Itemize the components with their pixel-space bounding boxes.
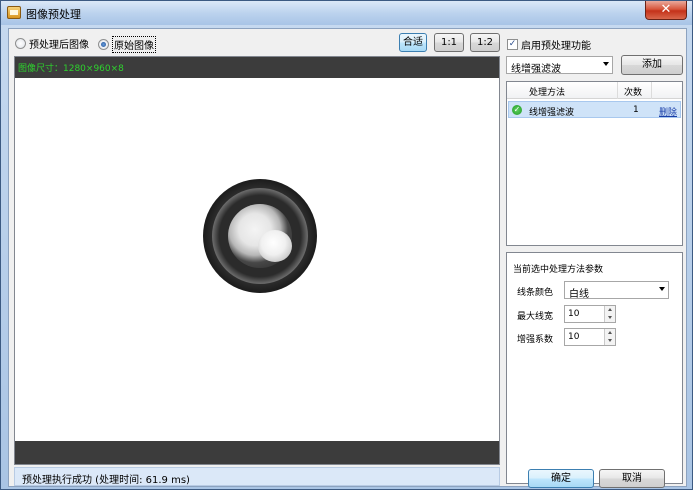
method-select[interactable]: 线增强滤波 — [506, 56, 613, 75]
spin-up-icon — [608, 308, 612, 311]
column-separator — [651, 82, 652, 99]
dialog-client-area: 预处理后图像 原始图像 合适 1:1 1:2 ✓ 启用预处理功能 图像尺寸：12… — [8, 28, 687, 487]
enhance-factor-label: 增强系数 — [517, 335, 554, 345]
title-bar[interactable]: 图像预处理 ✕ — [1, 1, 692, 25]
spin-down-icon — [608, 316, 612, 319]
status-message: 预处理执行成功 (处理时间: 61.9 ms) — [22, 475, 190, 486]
spin-up-icon — [608, 331, 612, 334]
image-preview-panel[interactable]: 图像尺寸：1280×960×8 — [14, 56, 500, 465]
cancel-button[interactable]: 取消 — [599, 469, 665, 488]
preview-image-lens — [203, 179, 317, 293]
method-count-cell: 1 — [633, 105, 639, 115]
column-header-method: 处理方法 — [529, 88, 566, 98]
method-select-value: 线增强滤波 — [511, 64, 561, 75]
params-title: 当前选中处理方法参数 — [513, 265, 604, 275]
lens-inner-element — [228, 204, 292, 268]
status-bar: 预处理执行成功 (处理时间: 61.9 ms) — [14, 467, 500, 486]
column-separator — [617, 82, 618, 99]
max-line-width-stepper[interactable]: 10 — [564, 305, 616, 323]
line-color-select[interactable]: 白线 — [564, 281, 669, 300]
preview-info-bar: 图像尺寸：1280×960×8 — [15, 57, 499, 78]
method-list-row[interactable]: ✓ 线增强滤波 1 删除 — [508, 101, 681, 118]
chevron-down-icon — [603, 62, 609, 66]
check-circle-icon: ✓ — [512, 105, 522, 115]
dialog-window: 图像预处理 ✕ 预处理后图像 原始图像 合适 1:1 1:2 ✓ 启用预处理功能… — [0, 0, 693, 490]
lens-highlight — [258, 230, 292, 262]
window-title: 图像预处理 — [26, 8, 81, 21]
radio-label-processed: 预处理后图像 — [29, 40, 89, 51]
max-line-width-value: 10 — [568, 309, 580, 319]
ok-button[interactable]: 确定 — [528, 469, 594, 488]
enhance-factor-stepper[interactable]: 10 — [564, 328, 616, 346]
preview-bottom-bar — [15, 441, 499, 464]
radio-label-original: 原始图像 — [112, 36, 156, 53]
spin-down-icon — [608, 339, 612, 342]
image-size-label: 图像尺寸：1280×960×8 — [18, 64, 124, 74]
method-name-cell: 线增强滤波 — [529, 108, 575, 118]
zoom-fit-button[interactable]: 合适 — [399, 33, 427, 52]
method-list: 处理方法 次数 ✓ 线增强滤波 1 删除 — [506, 81, 683, 246]
close-button[interactable]: ✕ — [645, 1, 687, 20]
radio-button-selected-icon — [98, 39, 109, 50]
enhance-factor-value: 10 — [568, 332, 580, 342]
add-method-button[interactable]: 添加 — [621, 55, 683, 75]
method-list-header: 处理方法 次数 — [507, 82, 682, 99]
spin-buttons[interactable] — [604, 329, 615, 345]
line-color-value: 白线 — [569, 289, 589, 300]
app-icon — [7, 6, 21, 19]
checkbox-checked-icon: ✓ — [507, 39, 518, 50]
enable-preprocess-label: 启用预处理功能 — [521, 41, 591, 52]
radio-processed-image[interactable]: 预处理后图像 — [15, 36, 89, 51]
enable-preprocess-checkbox[interactable]: ✓ 启用预处理功能 — [507, 37, 591, 52]
method-params-panel: 当前选中处理方法参数 线条颜色 白线 最大线宽 10 增强系数 10 — [506, 252, 683, 484]
spin-buttons[interactable] — [604, 306, 615, 322]
radio-original-image[interactable]: 原始图像 — [98, 36, 156, 53]
max-line-width-label: 最大线宽 — [517, 312, 554, 322]
delete-method-link[interactable]: 删除 — [659, 105, 677, 118]
chevron-down-icon — [659, 287, 665, 291]
column-header-count: 次数 — [624, 88, 643, 98]
radio-button-icon — [15, 38, 26, 49]
zoom-1-2-button[interactable]: 1:2 — [470, 33, 500, 52]
line-color-label: 线条颜色 — [517, 288, 554, 298]
zoom-1-1-button[interactable]: 1:1 — [434, 33, 464, 52]
